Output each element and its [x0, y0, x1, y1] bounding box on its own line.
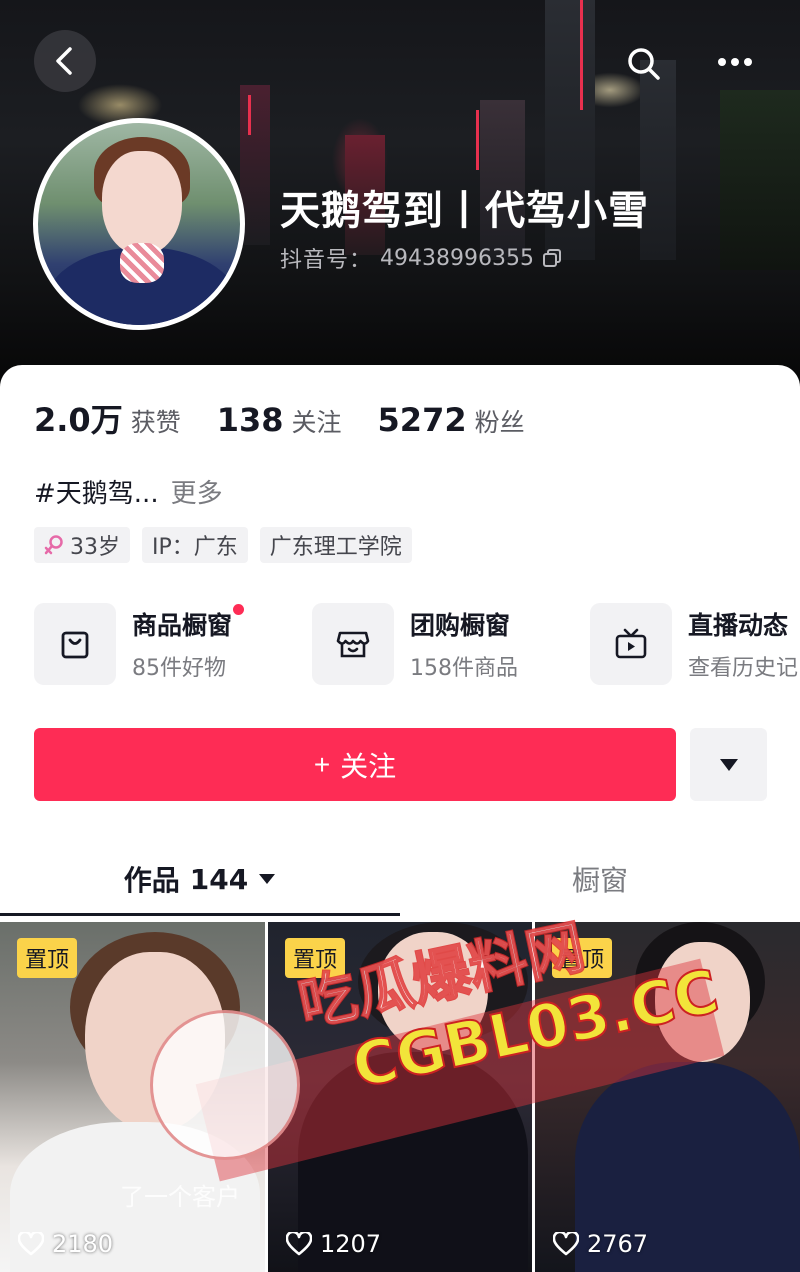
tv-icon [615, 628, 647, 659]
feature-text: 商品橱窗 85件好物 [132, 604, 245, 682]
stat-value: 2.0万 [34, 401, 123, 439]
video-likes: 2767 [553, 1230, 648, 1258]
feature-subtitle: 158件商品 [410, 656, 518, 681]
notification-dot [233, 604, 245, 615]
back-button[interactable] [34, 30, 96, 92]
feature-icon-box [312, 603, 394, 685]
bio-text: #天鹅驾... [34, 479, 159, 509]
stat-value: 5272 [377, 401, 467, 439]
stat-following[interactable]: 138 关注 [217, 401, 342, 439]
feature-subtitle: 85件好物 [132, 656, 226, 681]
video-caption: 了一个客户 [120, 1183, 240, 1211]
copy-icon[interactable] [542, 248, 562, 268]
search-button[interactable] [620, 40, 668, 88]
feature-text: 团购橱窗 158件商品 [410, 606, 518, 682]
feature-text: 直播动态 查看历史记 [688, 606, 798, 682]
age-text: 33岁 [70, 535, 120, 560]
more-dots-icon [718, 58, 752, 66]
tower-light [476, 110, 479, 170]
age-tag: 33岁 [34, 527, 130, 563]
chevron-left-icon [56, 47, 72, 75]
tab-works-label: 作品 [123, 864, 180, 897]
plus-icon: + [313, 748, 331, 780]
tower-light [580, 0, 583, 110]
feature-title: 直播动态 [688, 611, 789, 640]
search-icon [628, 48, 660, 80]
profile-tags: 33岁 IP：广东 广东理工学院 [34, 527, 412, 563]
pinned-badge: 置顶 [17, 938, 78, 978]
caret-down-icon [259, 874, 276, 884]
feature-icon-box [590, 603, 672, 685]
feature-title: 商品橱窗 [132, 604, 245, 642]
tab-indicator [0, 913, 400, 916]
feature-title: 团购橱窗 [410, 611, 511, 640]
school-text: 广东理工学院 [269, 535, 402, 560]
stat-followers[interactable]: 5272 粉丝 [378, 401, 525, 439]
bio: #天鹅驾... 更多 [34, 473, 223, 510]
avatar-scarf [120, 243, 164, 283]
video-likes: 2180 [18, 1230, 113, 1258]
likes-count: 2767 [587, 1230, 649, 1258]
trees [720, 90, 800, 270]
recommend-dropdown-button[interactable] [690, 728, 767, 801]
feature-shortcuts: 商品橱窗 85件好物 团购橱窗 158件商品 直播动态 查看历史记 [34, 603, 800, 687]
feature-subtitle: 查看历史记 [688, 656, 799, 681]
heart-icon [553, 1232, 579, 1256]
heart-icon [286, 1232, 312, 1256]
tab-works-count: 144 [189, 862, 249, 896]
feature-live-history[interactable]: 直播动态 查看历史记 [590, 603, 798, 685]
tower-light [248, 95, 251, 135]
stat-value: 138 [216, 401, 284, 439]
female-icon [44, 535, 63, 555]
follow-label: 关注 [340, 750, 397, 782]
stat-likes[interactable]: 2.0万 获赞 [34, 395, 181, 441]
stat-label: 获赞 [130, 408, 181, 437]
shopping-bag-icon [61, 631, 89, 659]
feature-icon-box [34, 603, 116, 685]
store-icon [336, 631, 370, 658]
more-options-button[interactable] [708, 38, 762, 86]
douyin-id-row[interactable]: 抖音号： 49438996355 [280, 242, 562, 274]
douyin-id-value: 49438996355 [380, 245, 534, 271]
stat-label: 粉丝 [474, 408, 525, 437]
avatar[interactable] [33, 118, 245, 330]
stats-row: 2.0万 获赞 138 关注 5272 粉丝 [34, 395, 525, 441]
feature-title-text: 商品橱窗 [132, 611, 233, 640]
douyin-id-label: 抖音号： [280, 248, 373, 273]
stat-label: 关注 [291, 408, 342, 437]
feature-group-buy-window[interactable]: 团购橱窗 158件商品 [312, 603, 518, 685]
profile-name: 天鹅驾到丨代驾小雪 [280, 188, 649, 234]
tab-works[interactable]: 作品 144 [0, 843, 400, 915]
watermark-cat-logo [150, 1010, 300, 1160]
caret-down-icon [719, 758, 738, 771]
video-likes: 1207 [286, 1230, 381, 1258]
ip-tag: IP：广东 [142, 527, 248, 563]
heart-icon [18, 1232, 44, 1256]
likes-count: 1207 [320, 1230, 382, 1258]
likes-count: 2180 [52, 1230, 114, 1258]
feature-product-window[interactable]: 商品橱窗 85件好物 [34, 603, 245, 685]
avatar-face [102, 151, 182, 255]
follow-button[interactable]: + 关注 [34, 728, 676, 801]
school-tag[interactable]: 广东理工学院 [259, 527, 412, 563]
bio-more-link[interactable]: 更多 [171, 479, 223, 509]
profile-header: 天鹅驾到丨代驾小雪 抖音号： 49438996355 [0, 0, 800, 400]
ip-text: IP：广东 [152, 535, 238, 560]
